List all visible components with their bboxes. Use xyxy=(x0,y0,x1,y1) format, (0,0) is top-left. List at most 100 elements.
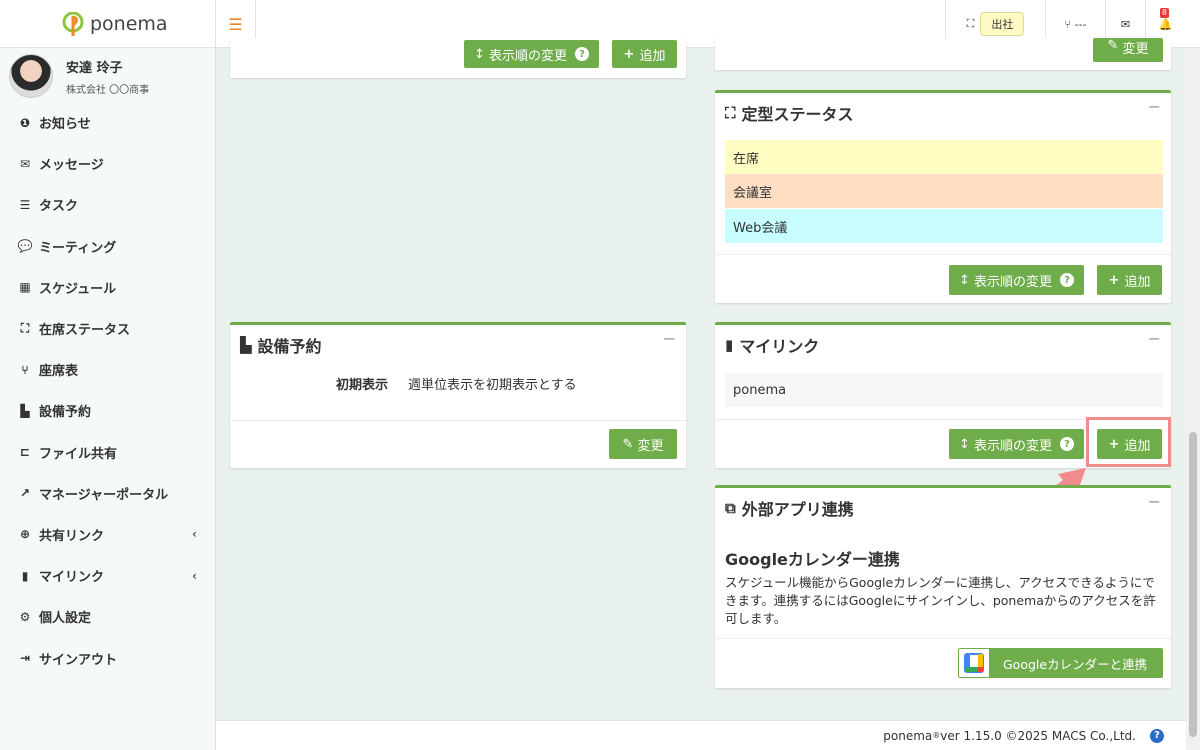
sidebar-item-meetings[interactable]: 💬 ミーティング xyxy=(0,226,215,267)
sidebar-item-label: お知らせ xyxy=(39,117,91,133)
sidebar-item-label: 在席ステータス xyxy=(39,323,131,339)
chart-icon: ↗ xyxy=(19,486,31,501)
google-calendar-icon xyxy=(959,649,989,677)
sidebar-item-files[interactable]: ⊏ ファイル共有 xyxy=(0,432,215,473)
upper-left-panel: ↕ 表示順の変更? + 追加 xyxy=(230,38,686,78)
calendar-icon: ▦ xyxy=(19,280,31,295)
notification-count: 8 xyxy=(1159,8,1169,18)
add-label: 追加 xyxy=(1124,438,1151,454)
chat-icon: 💬 xyxy=(17,239,33,254)
change-button[interactable]: ✎ 変更 xyxy=(1093,38,1163,62)
sidebar-item-signout[interactable]: ⇥ サインアウト xyxy=(0,637,215,678)
panel-title: ⛶ 定型ステータス xyxy=(725,101,854,125)
change-label: 変更 xyxy=(637,438,664,454)
initial-view-value: 週単位表示を初期表示とする xyxy=(408,378,577,393)
divider xyxy=(230,420,686,421)
presence-icon: ⛶ xyxy=(20,321,30,336)
door-icon: ▙ xyxy=(20,403,30,418)
sidebar-item-label: 座席表 xyxy=(39,364,79,380)
collapse-icon[interactable]: − xyxy=(1148,492,1161,511)
sidebar-item-label: マネージャーポータル xyxy=(39,487,169,503)
sidebar-item-schedule[interactable]: ▦ スケジュール xyxy=(0,267,215,308)
reorder-button[interactable]: ↕ 表示順の変更? xyxy=(949,265,1084,295)
sidebar-item-label: メッセージ xyxy=(39,158,104,174)
equipment-panel: ▙ 設備予約 − 初期表示 週単位表示を初期表示とする ✎ 変更 xyxy=(230,322,686,468)
collapse-icon[interactable]: − xyxy=(1148,97,1161,116)
help-icon[interactable]: ? xyxy=(1150,728,1164,743)
reorder-label: 表示順の変更 xyxy=(489,48,568,64)
presence-icon: ⛶ xyxy=(725,104,736,122)
sidebar-item-messages[interactable]: ✉ メッセージ xyxy=(0,143,215,184)
sidebar-item-settings[interactable]: ⚙ 個人設定 xyxy=(0,596,215,637)
collapse-icon[interactable]: − xyxy=(663,329,676,348)
add-button[interactable]: + 追加 xyxy=(1097,265,1162,295)
divider xyxy=(715,638,1171,639)
add-label: 追加 xyxy=(1124,274,1151,290)
presence-icon: ⛶ xyxy=(966,17,975,30)
chair-icon: ⑂ xyxy=(21,362,29,377)
help-icon: ? xyxy=(1060,273,1074,287)
sidebar-item-presence[interactable]: ⛶ 在席ステータス xyxy=(0,308,215,349)
sidebar-item-notices[interactable]: ❶ お知らせ xyxy=(0,102,215,143)
panel-title-text: 定型ステータス xyxy=(741,105,854,124)
add-label: 追加 xyxy=(639,48,666,64)
add-button[interactable]: + 追加 xyxy=(612,40,677,68)
status-label: 会議室 xyxy=(733,185,773,201)
user-profile[interactable]: 安達 玲子 株式会社 〇〇商事 xyxy=(0,48,215,104)
sidebar-item-label: ミーティング xyxy=(39,240,117,256)
chair-icon: ⑂ xyxy=(1064,17,1072,31)
sidebar-item-label: スケジュール xyxy=(39,281,117,297)
reorder-label: 表示順の変更 xyxy=(974,274,1053,290)
reorder-button[interactable]: ↕ 表示順の変更? xyxy=(949,429,1084,459)
status-row[interactable]: 会議室 xyxy=(725,174,1163,208)
sign-out-icon: ⇥ xyxy=(19,651,31,666)
status-row[interactable]: Web会議 xyxy=(725,209,1163,243)
sidebar-nav: ❶ お知らせ ✉ メッセージ ☰ タスク 💬 ミーティング ▦ スケジュール ⛶ 在席ステー… xyxy=(0,102,215,679)
reorder-button[interactable]: ↕ 表示順の変更? xyxy=(464,40,599,68)
registered-mark: ® xyxy=(932,731,941,740)
sidebar-item-seating[interactable]: ⑂ 座席表 xyxy=(0,349,215,390)
status-row[interactable]: 在席 xyxy=(725,140,1163,174)
sidebar-item-label: ファイル共有 xyxy=(39,446,118,462)
mylink-item[interactable]: ponema xyxy=(725,373,1163,407)
chevron-left-icon: ‹ xyxy=(192,527,197,542)
status-label: Web会議 xyxy=(733,220,788,236)
change-label: 変更 xyxy=(1122,42,1149,57)
sidebar-item-manager-portal[interactable]: ↗ マネージャーポータル xyxy=(0,473,215,514)
external-apps-panel: ⧉ 外部アプリ連携 − Googleカレンダー連携 スケジュール機能からGoogl… xyxy=(715,485,1171,688)
link-label: ponema xyxy=(733,382,787,398)
sidebar-item-label: タスク xyxy=(39,199,79,215)
sidebar-item-tasks[interactable]: ☰ タスク xyxy=(0,184,215,225)
sidebar-item-label: 共有リンク xyxy=(39,528,105,544)
sidebar-item-shared-links[interactable]: ⊕ 共有リンク ‹ xyxy=(0,514,215,555)
envelope-icon: ✉ xyxy=(1120,17,1131,31)
plus-icon: + xyxy=(1108,272,1120,288)
edit-icon: ✎ xyxy=(622,436,634,452)
chevron-left-icon: ‹ xyxy=(192,568,197,583)
ponema-logo-icon xyxy=(62,12,84,36)
divider xyxy=(715,254,1171,255)
footer-brand: ponema xyxy=(883,728,933,743)
reorder-label: 表示順の変更 xyxy=(974,438,1053,454)
status-badge: 出社 xyxy=(980,12,1025,36)
user-name: 安達 玲子 xyxy=(66,60,123,76)
change-button[interactable]: ✎ 変更 xyxy=(609,429,677,459)
collapse-icon[interactable]: − xyxy=(1148,329,1161,348)
help-icon: ? xyxy=(1060,437,1074,451)
edit-icon: ✎ xyxy=(1107,38,1119,53)
scrollbar-thumb[interactable] xyxy=(1189,432,1197,737)
google-calendar-description: スケジュール機能からGoogleカレンダーに連携し、アクセスできるようにできます… xyxy=(725,575,1156,626)
sidebar-item-mylinks[interactable]: ▮ マイリンク ‹ xyxy=(0,555,215,596)
google-calendar-connect-button[interactable]: Googleカレンダーと連携 xyxy=(958,648,1163,678)
brand[interactable]: ponema xyxy=(0,0,215,48)
external-link-icon: ⧉ xyxy=(725,499,736,517)
folder-icon: ⊏ xyxy=(19,445,31,460)
panel-title-text: マイリンク xyxy=(739,337,820,356)
plus-icon: + xyxy=(623,46,635,62)
envelope-icon: ✉ xyxy=(19,156,31,171)
sidebar-item-equipment[interactable]: ▙ 設備予約 xyxy=(0,390,215,431)
google-calendar-connect-label: Googleカレンダーと連携 xyxy=(1003,656,1148,672)
add-mylink-button[interactable]: + 追加 xyxy=(1097,429,1162,459)
avatar xyxy=(9,54,53,98)
reorder-icon: ↕ xyxy=(474,46,485,62)
